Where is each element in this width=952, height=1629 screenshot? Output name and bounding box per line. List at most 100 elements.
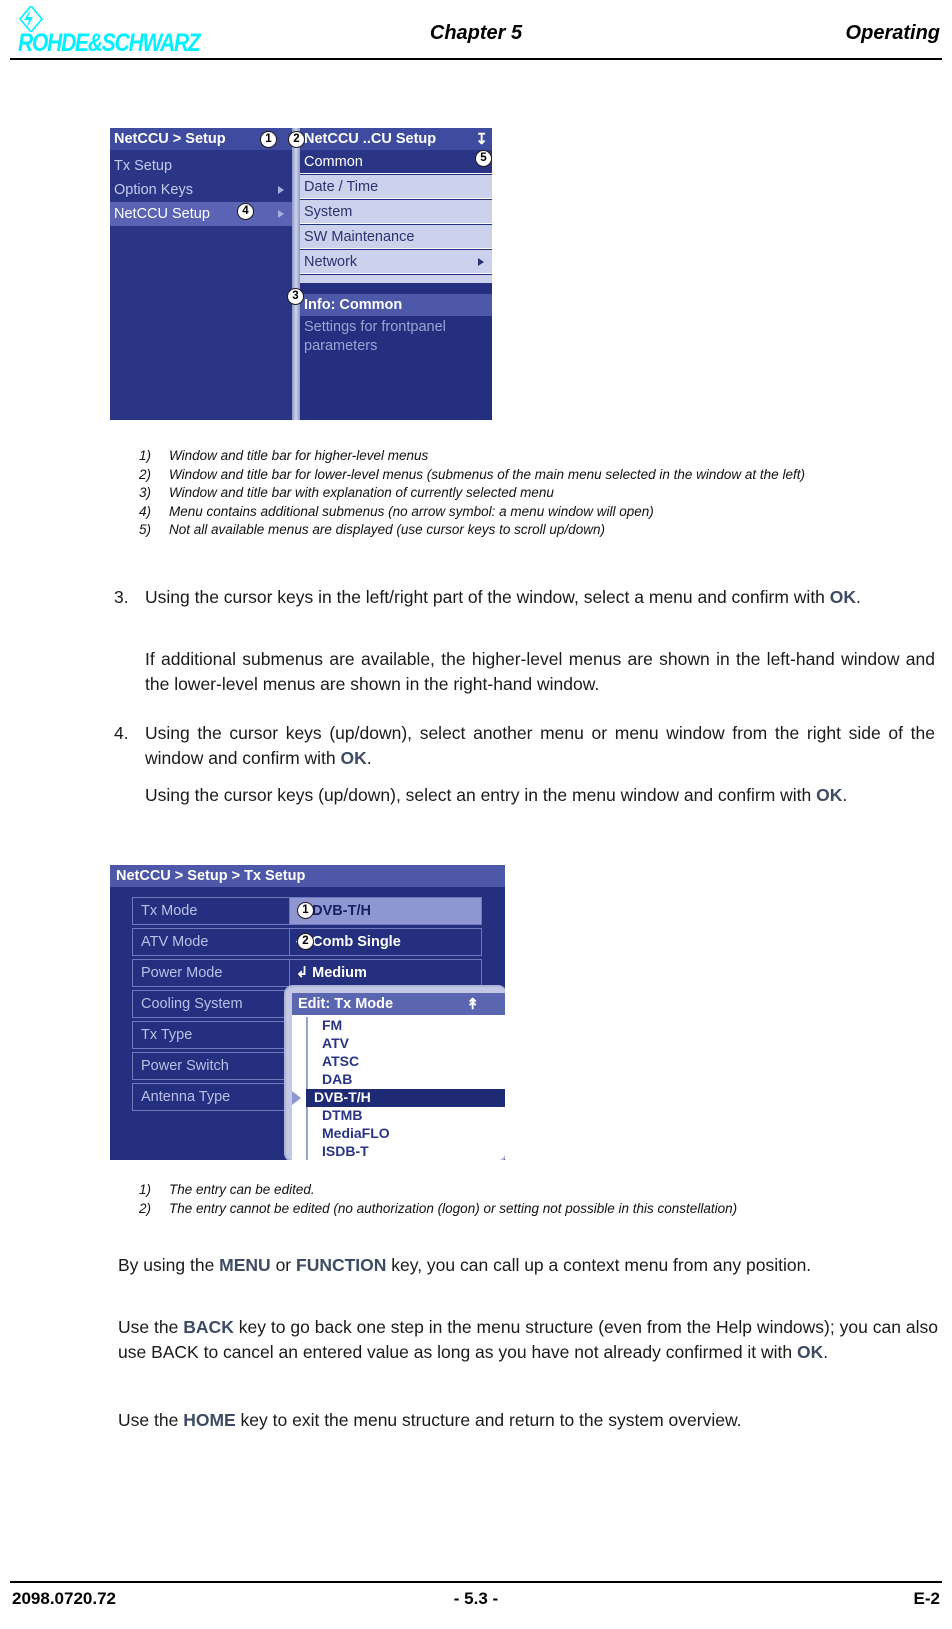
menu-item-netccu-setup[interactable]: NetCCU Setup xyxy=(110,202,292,226)
step-3-keyword-ok: OK xyxy=(829,587,857,607)
setting-value-label: Comb Single xyxy=(312,934,401,950)
caption-number: 5) xyxy=(139,522,152,537)
option-dab[interactable]: DAB xyxy=(314,1071,505,1089)
higher-level-menu-window: NetCCU > Setup Tx Setup Option Keys NetC… xyxy=(110,128,292,420)
caption-number: 4) xyxy=(139,503,152,519)
closing-p1-part3: key, you can call up a context menu from… xyxy=(386,1255,812,1275)
caption-text: Menu contains additional submenus (no ar… xyxy=(169,503,654,519)
callout-4: 4 xyxy=(237,203,254,220)
page-header: ROHDE&SCHWARZ Chapter 5 Operating xyxy=(0,0,952,62)
step-4-note-part1: Using the cursor keys (up/down), select … xyxy=(145,785,817,805)
closing-paragraph-2: Use the BACK key to go back one step in … xyxy=(118,1315,938,1365)
menu-item-tx-setup[interactable]: Tx Setup xyxy=(110,154,292,178)
header-divider xyxy=(10,58,942,60)
submenu-item-sw-maintenance[interactable]: SW Maintenance xyxy=(300,225,492,249)
selection-cursor-icon xyxy=(292,1091,301,1105)
info-window-body-line2: parameters xyxy=(304,338,378,354)
option-mediaflo[interactable]: MediaFLO xyxy=(314,1125,505,1143)
closing-p3-part2: key to exit the menu structure and retur… xyxy=(235,1410,742,1430)
caption-text: Window and title bar for lower-level men… xyxy=(169,466,805,482)
callout-5: 5 xyxy=(475,150,492,167)
step-4-keyword-ok: OK xyxy=(340,748,367,768)
callout-2: 2 xyxy=(288,131,305,148)
setting-row-power-mode[interactable]: Power Mode ↲ Medium xyxy=(132,959,482,987)
closing-p2-part3: . xyxy=(823,1342,829,1362)
closing-keyword-menu: MENU xyxy=(219,1255,271,1275)
closing-paragraph-3: Use the HOME key to exit the menu struct… xyxy=(118,1408,938,1433)
lower-level-menu-titlebar: NetCCU ..CU Setup ↧ xyxy=(300,128,492,150)
info-window-titlebar: Info: Common xyxy=(300,294,492,316)
submenu-arrow-icon xyxy=(278,210,284,218)
caption-item: 1) Window and title bar for higher-level… xyxy=(139,447,805,466)
caption-item: 2) The entry cannot be edited (no author… xyxy=(139,1200,737,1219)
caption-item: 1) The entry can be edited. xyxy=(139,1181,737,1200)
submenu-item-date-time[interactable]: Date / Time xyxy=(300,175,492,199)
setting-value[interactable]: ↲ Medium xyxy=(290,959,482,987)
step-3-text-part1: Using the cursor keys in the left/right … xyxy=(145,587,830,607)
menu-item-label: Option Keys xyxy=(114,182,193,198)
closing-p1-part2: or xyxy=(270,1255,296,1275)
info-window-body-line1: Settings for frontpanel xyxy=(304,319,446,335)
setting-value-label: Medium xyxy=(312,965,367,981)
closing-paragraph-1: By using the MENU or FUNCTION key, you c… xyxy=(118,1253,938,1278)
closing-p2-part1: Use the xyxy=(118,1317,184,1337)
header-section-title: Operating xyxy=(845,22,940,44)
caption-number: 3) xyxy=(139,485,152,500)
step-4-note-keyword-ok: OK xyxy=(816,785,843,805)
submenu-arrow-icon xyxy=(278,186,284,194)
option-atv[interactable]: ATV xyxy=(314,1035,505,1053)
submenu-item-system[interactable]: System xyxy=(300,200,492,224)
closing-keyword-home: HOME xyxy=(183,1410,236,1430)
figure1-caption-list: 1) Window and title bar for higher-level… xyxy=(139,447,805,540)
caption-text: Window and title bar for higher-level me… xyxy=(169,448,429,463)
figure2-caption-list: 1) The entry can be edited. 2) The entry… xyxy=(139,1181,737,1218)
setting-label: Tx Type xyxy=(132,1021,290,1049)
scroll-up-arrow-icon[interactable]: ↟ xyxy=(466,994,479,1016)
edit-popup-titlebar: Edit: Tx Mode ↟ xyxy=(292,993,505,1015)
caption-text: The entry cannot be edited (no authoriza… xyxy=(169,1200,738,1216)
submenu-item-label: System xyxy=(304,204,353,220)
option-fm[interactable]: FM xyxy=(314,1017,505,1035)
callout-3: 3 xyxy=(287,288,304,305)
tx-setup-titlebar: NetCCU > Setup > Tx Setup xyxy=(110,865,505,887)
step-4-note-part2: . xyxy=(842,785,848,805)
option-dtmb[interactable]: DTMB xyxy=(314,1107,505,1125)
submenu-item-clipped xyxy=(300,275,492,283)
menu-item-option-keys[interactable]: Option Keys xyxy=(110,178,292,202)
setting-value[interactable]: ↲DVB-T/H xyxy=(290,897,482,925)
footer-page-number: - 5.3 - xyxy=(453,1589,499,1608)
closing-keyword-ok: OK xyxy=(797,1342,824,1362)
step-3-marker: 3. xyxy=(114,587,129,607)
submenu-item-label: Network xyxy=(304,254,358,270)
menu-item-label: NetCCU Setup xyxy=(114,206,210,222)
lower-level-menu-title-label: NetCCU ..CU Setup xyxy=(304,131,437,147)
option-label: DVB-T/H xyxy=(314,1089,371,1105)
submenu-item-network[interactable]: Network xyxy=(300,250,492,274)
submenu-item-label: Common xyxy=(304,154,363,170)
enter-arrow-icon: ↲ xyxy=(296,965,309,981)
caption-number: 2) xyxy=(139,1200,152,1216)
step-4-note: Using the cursor keys (up/down), select … xyxy=(145,783,935,808)
option-dvb-t-h[interactable]: DVB-T/H xyxy=(292,1089,505,1107)
caption-item: 3) Window and title bar with explanation… xyxy=(139,484,805,503)
footer-edition: E-2 xyxy=(913,1589,940,1608)
edit-popup-title-label: Edit: Tx Mode xyxy=(298,996,394,1012)
caption-item: 2) Window and title bar for lower-level … xyxy=(139,466,805,485)
figure-menu-cascade-screenshot: NetCCU > Setup Tx Setup Option Keys NetC… xyxy=(110,128,492,420)
caption-number: 1) xyxy=(139,448,152,463)
caption-text: Not all available menus are displayed (u… xyxy=(169,522,605,537)
selection-cursor-tail-icon xyxy=(292,1093,293,1103)
window-divider xyxy=(292,128,300,420)
setting-value-label: DVB-T/H xyxy=(312,903,371,919)
caption-number: 1) xyxy=(139,1182,152,1197)
scroll-down-arrow-icon[interactable]: ↧ xyxy=(475,129,488,150)
header-chapter-title: Chapter 5 xyxy=(429,22,523,44)
edit-popup-inner: Edit: Tx Mode ↟ FM ATV ATSC DAB DVB-T/H … xyxy=(292,993,505,1160)
submenu-item-common[interactable]: Common xyxy=(300,150,492,174)
option-atsc[interactable]: ATSC xyxy=(314,1053,505,1071)
closing-p3-part1: Use the xyxy=(118,1410,184,1430)
option-isdb-t[interactable]: ISDB-T xyxy=(314,1143,505,1160)
submenu-item-label: SW Maintenance xyxy=(304,229,415,245)
caption-item: 4) Menu contains additional submenus (no… xyxy=(139,503,805,522)
setting-label: Tx Mode xyxy=(132,897,290,925)
